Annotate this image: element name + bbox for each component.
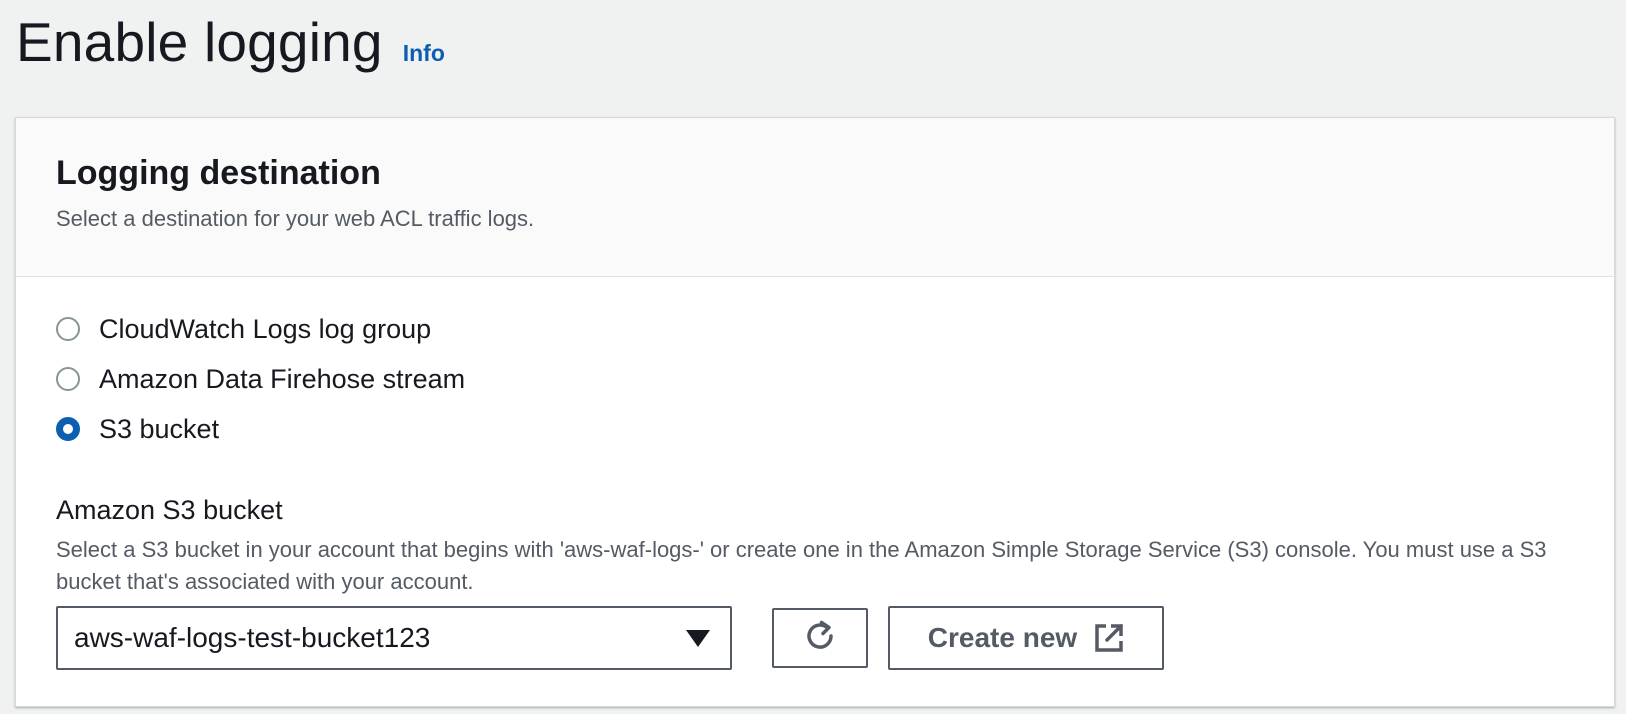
- logging-destination-panel: Logging destination Select a destination…: [15, 117, 1615, 707]
- bucket-select-value: aws-waf-logs-test-bucket123: [74, 622, 431, 653]
- panel-description: Select a destination for your web ACL tr…: [56, 206, 535, 231]
- radio-option-firehose[interactable]: Amazon Data Firehose stream: [56, 354, 1574, 404]
- refresh-button[interactable]: [772, 608, 868, 668]
- radio-option-s3[interactable]: S3 bucket: [56, 404, 1574, 454]
- radio-button-cloudwatch[interactable]: [56, 317, 80, 341]
- radio-button-firehose[interactable]: [56, 367, 80, 391]
- bucket-field-label: Amazon S3 bucket: [56, 495, 283, 525]
- panel-header: Logging destination Select a destination…: [16, 118, 1614, 277]
- bucket-controls: aws-waf-logs-test-bucket123 Create new: [56, 606, 1574, 670]
- info-link[interactable]: Info: [403, 40, 445, 67]
- radio-label-s3: S3 bucket: [99, 413, 220, 444]
- panel-title: Logging destination: [56, 154, 381, 192]
- page-header: Enable logging Info: [16, 10, 445, 74]
- bucket-select[interactable]: aws-waf-logs-test-bucket123: [56, 606, 732, 670]
- radio-label-cloudwatch: CloudWatch Logs log group: [99, 313, 432, 344]
- page-title: Enable logging: [16, 11, 383, 73]
- radio-option-cloudwatch[interactable]: CloudWatch Logs log group: [56, 304, 1574, 354]
- panel-body: CloudWatch Logs log group Amazon Data Fi…: [16, 277, 1614, 670]
- create-new-button[interactable]: Create new: [888, 606, 1164, 670]
- create-new-label: Create new: [927, 622, 1078, 653]
- radio-label-firehose: Amazon Data Firehose stream: [99, 363, 466, 394]
- external-link-icon: [1094, 623, 1124, 653]
- bucket-field-description: Select a S3 bucket in your account that …: [56, 537, 1547, 594]
- radio-button-s3[interactable]: [56, 417, 80, 441]
- refresh-icon: [802, 618, 838, 659]
- caret-down-icon: [686, 630, 710, 647]
